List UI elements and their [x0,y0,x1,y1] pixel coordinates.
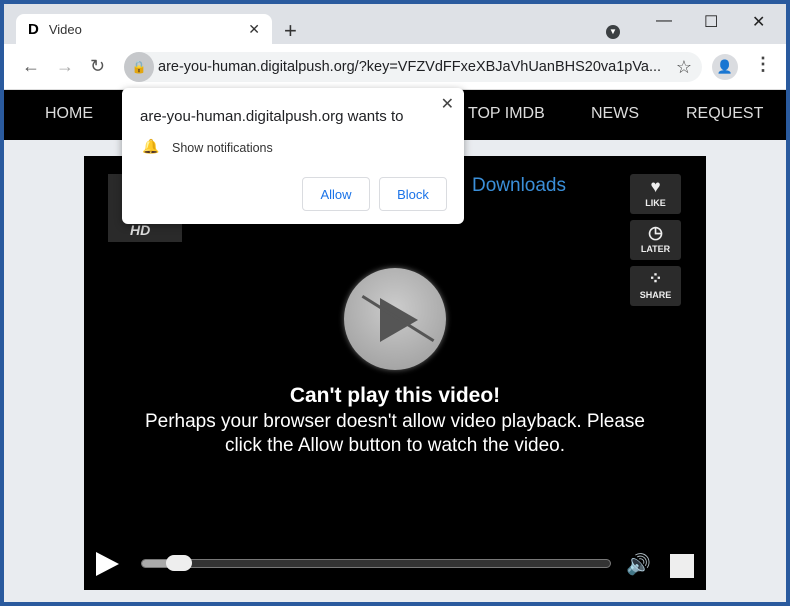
allow-button[interactable]: Allow [302,177,370,211]
error-message: Can't play this video! Perhaps your brow… [144,384,646,458]
fullscreen-icon[interactable] [670,554,694,578]
browser-window: D Video ✕ + ▼ — ☐ ✕ ← → ↻ 🔒 are-you-huma… [4,4,786,602]
nav-top-imdb[interactable]: TOP IMDB [468,105,545,123]
favicon-icon: D [28,20,39,38]
error-text: Perhaps your browser doesn't allow video… [144,411,645,456]
bell-icon: 🔔 [142,138,160,154]
nav-request[interactable]: REQUEST [686,105,763,123]
new-tab-button[interactable]: + [284,18,297,44]
close-window-button[interactable]: ✕ [752,12,765,32]
seek-thumb[interactable] [165,555,192,571]
like-button[interactable]: ♥ LIKE [630,174,681,214]
minimize-button[interactable]: — [656,12,672,30]
menu-icon[interactable]: ⋮ [754,54,772,75]
tab-close-icon[interactable]: ✕ [248,21,260,38]
toolbar: ← → ↻ 🔒 are-you-human.digitalpush.org/?k… [4,44,786,90]
share-button[interactable]: ⁘ SHARE [630,266,681,306]
permission-text: Show notifications [172,141,273,155]
popup-close-icon[interactable]: ✕ [441,94,454,114]
maximize-button[interactable]: ☐ [704,12,718,32]
share-icon: ⁘ [648,269,663,288]
volume-icon[interactable]: 🔊 [626,552,651,577]
browser-tab[interactable]: D Video ✕ [16,14,272,44]
back-button[interactable]: ← [22,56,40,77]
clock-icon: ◷ [648,223,663,242]
profile-icon[interactable]: 👤 [712,54,738,80]
block-button[interactable]: Block [379,177,447,211]
bookmark-star-icon[interactable]: ☆ [676,57,692,78]
lock-icon[interactable]: 🔒 [124,52,154,82]
seek-bar[interactable] [141,555,611,571]
tab-title: Video [48,21,82,37]
nav-news[interactable]: NEWS [591,105,639,123]
nav-home[interactable]: HOME [45,105,93,123]
forward-button[interactable]: → [56,56,74,77]
url-text[interactable]: are-you-human.digitalpush.org/?key=VFZVd… [158,59,676,75]
share-label: SHARE [639,290,672,300]
downloads-link[interactable]: Downloads [472,175,566,197]
later-label: LATER [640,244,671,254]
notification-permission-popup: are-you-human.digitalpush.org wants to ✕… [122,88,464,224]
error-heading: Can't play this video! [289,384,501,407]
disabled-play-icon[interactable] [344,268,446,370]
like-label: LIKE [645,198,666,208]
address-bar[interactable]: 🔒 are-you-human.digitalpush.org/?key=VFZ… [124,52,702,82]
title-bar: D Video ✕ + ▼ — ☐ ✕ [4,4,786,44]
heart-icon: ♥ [650,177,661,196]
tab-search-icon[interactable]: ▼ [606,25,620,39]
later-button[interactable]: ◷ LATER [630,220,681,260]
play-icon[interactable] [96,552,119,576]
reload-button[interactable]: ↻ [90,56,105,77]
popup-title: are-you-human.digitalpush.org wants to [140,108,404,125]
player-controls: 🔊 [84,546,706,586]
